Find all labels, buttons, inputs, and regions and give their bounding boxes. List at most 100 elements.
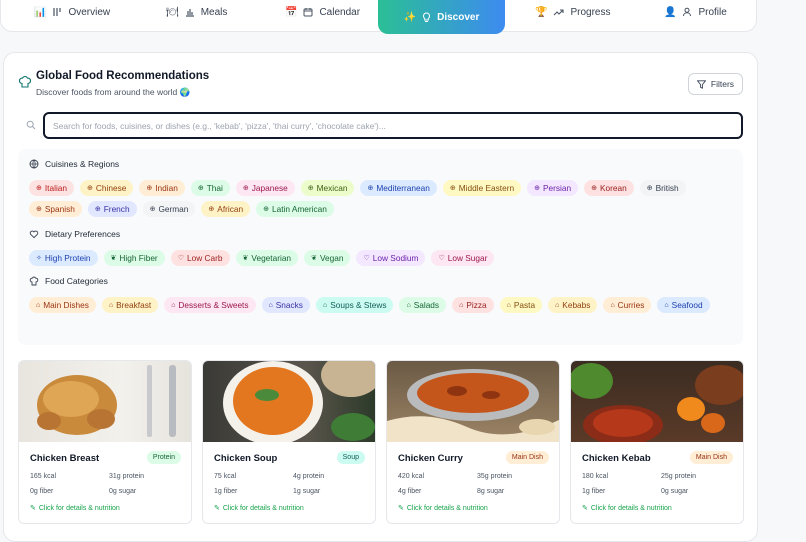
- roast-chicken-image: [37, 365, 176, 437]
- food-sugar: 0g sugar: [661, 488, 689, 495]
- food-card-chicken-soup[interactable]: Chicken Soup Soup 75 kcal 4g protein 1g …: [202, 360, 376, 524]
- user-icon: [683, 7, 692, 17]
- food-protein: 35g protein: [477, 473, 513, 480]
- filter-chip-persian[interactable]: ⊕ Persian: [527, 180, 579, 196]
- filter-chip-chinese[interactable]: ⊕ Chinese: [80, 180, 134, 196]
- food-image: [19, 361, 191, 442]
- food-tag: Soup: [336, 451, 365, 464]
- food-details-link[interactable]: ✎ Click for details & nutrition: [30, 504, 120, 513]
- chip-label: Korean: [599, 183, 627, 193]
- nav-tab-calendar[interactable]: 📅 Calendar: [285, 0, 360, 30]
- filter-chip-main-dishes[interactable]: ⌂ Main Dishes: [29, 297, 96, 313]
- food-card-chicken-kebab[interactable]: Chicken Kebab Main Dish 180 kcal 25g pro…: [570, 360, 744, 524]
- food-calories: 180 kcal: [582, 473, 609, 480]
- filter-chip-kebabs[interactable]: ⌂ Kebabs: [548, 297, 598, 313]
- chip-icon: ⌂: [610, 301, 615, 309]
- food-sugar: 0g sugar: [109, 488, 137, 495]
- chip-icon: ⊕: [534, 185, 540, 192]
- cuisine-chip-list: ⊕ Italian ⊕ Chinese ⊕ Indian ⊕ Thai ⊕ Japanese ⊕ Me…: [29, 180, 729, 217]
- filter-chip-thai[interactable]: ⊕ Thai: [190, 180, 230, 196]
- filter-chip-indian[interactable]: ⊕ Indian: [139, 180, 185, 196]
- nav-tab-label: Calendar: [319, 6, 361, 18]
- filter-chip-british[interactable]: ⊕ British: [639, 180, 686, 196]
- filter-chip-korean[interactable]: ⊕ Korean: [584, 180, 634, 196]
- filter-chip-vegan[interactable]: ❦ Vegan: [304, 250, 351, 266]
- filter-chip-mediterranean[interactable]: ⊕ Mediterranean: [360, 180, 437, 196]
- nav-tab-label: Progress: [570, 6, 611, 18]
- filter-chip-low-sugar[interactable]: ♡ Low Sugar: [431, 250, 495, 266]
- chip-label: High Fiber: [119, 253, 158, 263]
- filter-chip-low-carb[interactable]: ♡ Low Carb: [170, 250, 230, 266]
- filter-chip-french[interactable]: ⊕ French: [87, 201, 137, 217]
- search-icon: [26, 120, 36, 130]
- chip-icon: ⊕: [591, 185, 597, 192]
- food-image: [387, 361, 559, 442]
- filter-chip-latin-american[interactable]: ⊕ Latin American: [256, 201, 334, 217]
- food-calories: 75 kcal: [214, 473, 237, 480]
- filter-chip-middle-eastern[interactable]: ⊕ Middle Eastern: [442, 180, 522, 196]
- chip-icon: ❦: [110, 255, 117, 262]
- discover-emoji-icon: ✨: [403, 11, 417, 23]
- food-name: Chicken Breast: [30, 453, 100, 464]
- grid-icon: [53, 8, 62, 16]
- chip-label: Spanish: [44, 204, 75, 214]
- filter-chip-pasta[interactable]: ⌂ Pasta: [499, 297, 543, 313]
- filter-chip-spanish[interactable]: ⊕ Spanish: [29, 201, 82, 217]
- cuisines-section-title: Cuisines & Regions: [29, 159, 119, 169]
- filter-chip-high-protein[interactable]: ✧ High Protein: [29, 250, 98, 266]
- chip-label: High Protein: [44, 253, 91, 263]
- chip-label: Low Carb: [186, 253, 223, 263]
- filter-chip-african[interactable]: ⊕ African: [201, 201, 251, 217]
- filters-button[interactable]: Filters: [688, 73, 743, 95]
- filter-chip-breakfast[interactable]: ⌂ Breakfast: [101, 297, 159, 313]
- filter-chip-vegetarian[interactable]: ❦ Vegetarian: [235, 250, 299, 266]
- chip-icon: ⊕: [36, 185, 42, 192]
- chip-icon: ⌂: [664, 301, 669, 309]
- chip-label: Pizza: [466, 300, 487, 310]
- chip-icon: ⌂: [268, 301, 273, 309]
- filter-chip-low-sodium[interactable]: ♡ Low Sodium: [356, 250, 426, 266]
- chip-label: Curries: [617, 300, 645, 310]
- nav-tab-profile[interactable]: 👤 Profile: [664, 0, 727, 30]
- chip-label: Salads: [413, 300, 440, 310]
- lightbulb-icon: [423, 11, 431, 22]
- chip-label: Vegan: [319, 253, 344, 263]
- food-details-link[interactable]: ✎ Click for details & nutrition: [582, 504, 672, 513]
- nav-tab-discover[interactable]: ✨ Discover: [378, 0, 505, 34]
- chip-label: Japanese: [251, 183, 288, 193]
- filter-icon: [696, 79, 706, 89]
- food-details-link[interactable]: ✎ Click for details & nutrition: [398, 504, 488, 513]
- food-name: Chicken Soup: [214, 453, 278, 464]
- chip-icon: ⌂: [506, 301, 511, 309]
- filter-chip-high-fiber[interactable]: ❦ High Fiber: [103, 250, 165, 266]
- chip-icon: ⊕: [94, 206, 101, 213]
- nav-tab-meals[interactable]: 🍽 Meals: [166, 0, 227, 30]
- filter-chip-italian[interactable]: ⊕ Italian: [29, 180, 75, 196]
- filter-panel: Cuisines & Regions ⊕ Italian ⊕ Chinese ⊕ Indi…: [18, 149, 743, 345]
- filter-chip-mexican[interactable]: ⊕ Mexican: [300, 180, 355, 196]
- nav-tab-overview[interactable]: 📊 Overview: [34, 0, 110, 30]
- filter-chip-desserts-sweets[interactable]: ⌂ Desserts & Sweets: [164, 297, 256, 313]
- kebab-image: [571, 363, 743, 442]
- chip-icon: ⌂: [36, 301, 41, 309]
- filter-chip-salads[interactable]: ⌂ Salads: [399, 297, 447, 313]
- filter-chip-japanese[interactable]: ⊕ Japanese: [235, 180, 295, 196]
- filter-chip-pizza[interactable]: ⌂ Pizza: [452, 297, 494, 313]
- search-input[interactable]: [43, 112, 743, 139]
- chip-label: Indian: [155, 183, 178, 193]
- nav-tab-label: Discover: [437, 11, 480, 23]
- filter-chip-soups-stews[interactable]: ⌂ Soups & Stews: [315, 297, 394, 313]
- food-card-chicken-breast[interactable]: Chicken Breast Protein 165 kcal 31g prot…: [18, 360, 192, 524]
- filter-chip-german[interactable]: ⊕ German: [142, 201, 196, 217]
- filter-chip-snacks[interactable]: ⌂ Snacks: [261, 297, 310, 313]
- food-details-link[interactable]: ✎ Click for details & nutrition: [214, 504, 304, 513]
- nav-tab-progress[interactable]: 🏆 Progress: [535, 0, 610, 30]
- chip-label: Chinese: [95, 183, 127, 193]
- food-card-chicken-curry[interactable]: Chicken Curry Main Dish 420 kcal 35g pro…: [386, 360, 560, 524]
- dietary-section-title: Dietary Preferences: [29, 229, 120, 239]
- chip-icon: ⌂: [555, 301, 560, 309]
- filter-chip-seafood[interactable]: ⌂ Seafood: [657, 297, 710, 313]
- filters-label: Filters: [710, 79, 735, 89]
- sparkle-icon: ✎: [398, 505, 404, 512]
- filter-chip-curries[interactable]: ⌂ Curries: [603, 297, 652, 313]
